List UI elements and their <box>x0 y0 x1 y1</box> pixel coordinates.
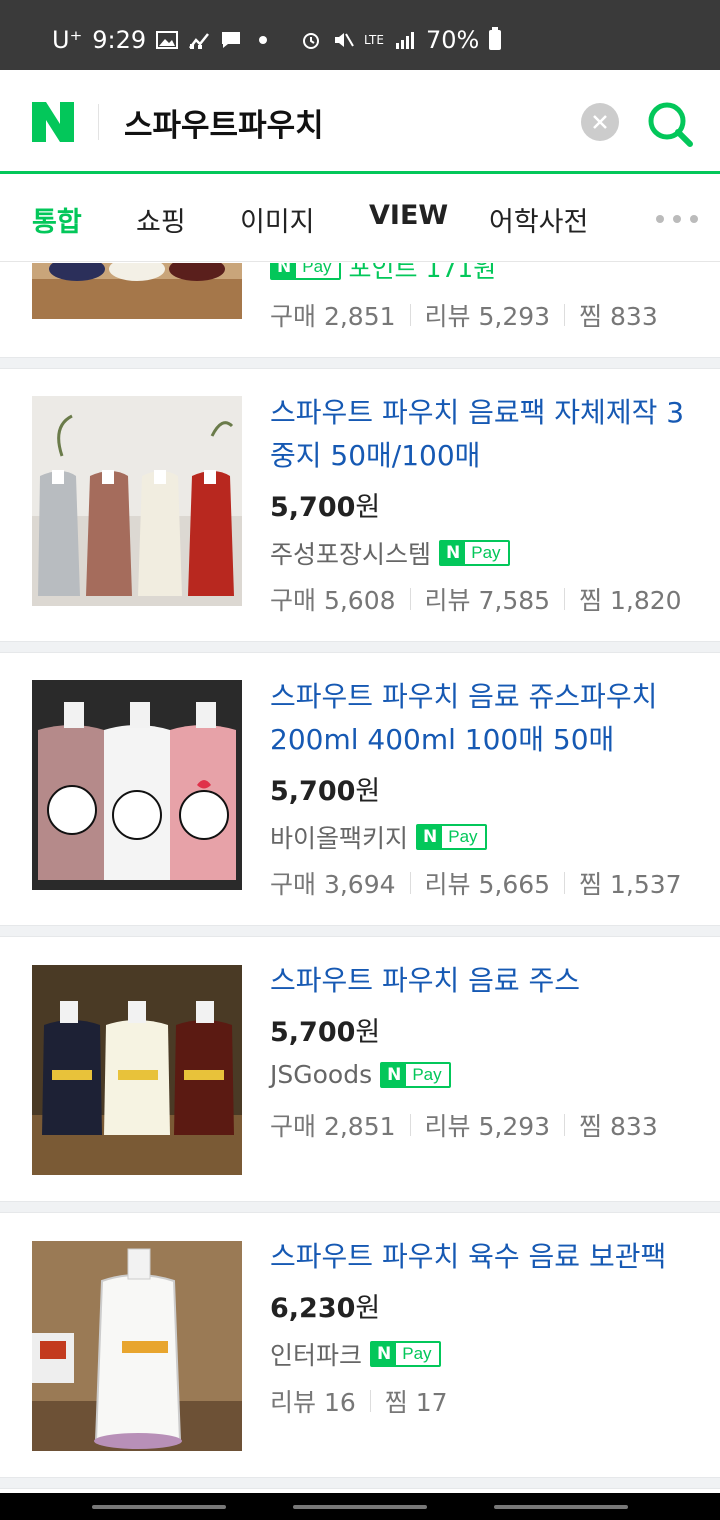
npay-badge: N Pay <box>380 1061 451 1088</box>
tab-integrated[interactable]: 통합 <box>32 200 82 239</box>
tab-shopping[interactable]: 쇼핑 <box>136 200 186 239</box>
alarm-icon <box>303 33 319 49</box>
status-bar: U⁺ 9:29 LTE 70% <box>0 0 720 70</box>
product-seller[interactable]: 인터파크 N Pay <box>270 1336 441 1372</box>
more-tabs-icon[interactable] <box>656 215 698 223</box>
search-header: 스파우트파우치 <box>0 70 720 174</box>
recent-apps-button[interactable] <box>92 1505 226 1509</box>
card-separator <box>0 1201 720 1213</box>
battery-icon <box>489 27 502 50</box>
search-icon[interactable] <box>646 100 694 148</box>
product-card[interactable]: 스파우트 파우치 음료 주스 5,700원 JSGoods N Pay 구매 2,… <box>0 937 720 1201</box>
npay-badge: N Pay <box>439 540 510 566</box>
network-label: LTE <box>364 33 384 47</box>
product-stats: 구매 2,851 리뷰 5,293 찜 833 <box>270 1112 658 1141</box>
product-list: N Pay 포인트 171원 구매 2,851 리뷰 5,293 찜 833 스… <box>0 263 720 1493</box>
point-info: N Pay 포인트 171원 <box>270 263 496 285</box>
mute-icon <box>335 33 354 47</box>
clear-search-button[interactable] <box>581 103 619 141</box>
product-card[interactable]: 스파우트 파우치 음료 쥬스파우치 200ml 400ml 100매 50매 5… <box>0 653 720 925</box>
card-separator <box>0 1477 720 1489</box>
product-title[interactable]: 스파우트 파우치 음료 쥬스파우치 200ml 400ml 100매 50매 <box>270 675 700 761</box>
dot-icon <box>259 36 268 44</box>
npay-badge: N Pay <box>270 263 341 280</box>
product-card[interactable]: N Pay 포인트 171원 구매 2,851 리뷰 5,293 찜 833 <box>0 263 720 357</box>
back-button[interactable] <box>494 1505 628 1509</box>
card-separator <box>0 925 720 937</box>
close-icon <box>593 115 607 129</box>
search-input[interactable]: 스파우트파우치 <box>124 100 324 145</box>
product-stats: 구매 3,694 리뷰 5,665 찜 1,537 <box>270 870 682 899</box>
product-price: 5,700원 <box>270 776 381 807</box>
product-card[interactable]: 스파우트 파우치 육수 음료 보관팩 6,230원 인터파크 N Pay 리뷰 1… <box>0 1213 720 1477</box>
product-price: 5,700원 <box>270 1017 381 1048</box>
npay-badge: N Pay <box>416 824 487 850</box>
home-button[interactable] <box>293 1505 427 1509</box>
npay-badge: N Pay <box>370 1341 441 1367</box>
tab-dictionary[interactable]: 어학사전 <box>489 200 588 239</box>
battery-label: 70% <box>425 26 480 54</box>
product-thumbnail[interactable] <box>32 263 242 319</box>
product-title[interactable]: 스파우트 파우치 음료팩 자체제작 3중지 50매/100매 <box>270 391 700 477</box>
naver-logo-icon[interactable] <box>32 102 74 142</box>
carrier-label: U⁺ <box>52 26 83 54</box>
clock: 9:29 <box>92 26 147 54</box>
card-separator <box>0 641 720 653</box>
product-card[interactable]: 스파우트 파우치 음료팩 자체제작 3중지 50매/100매 5,700원 주성… <box>0 369 720 641</box>
tab-view[interactable]: VIEW <box>369 200 448 231</box>
product-seller[interactable]: 주성포장시스템 N Pay <box>270 535 510 571</box>
search-tabs: 통합 쇼핑 이미지 VIEW 어학사전 <box>0 174 720 262</box>
product-price: 6,230원 <box>270 1293 381 1324</box>
gallery-icon <box>156 31 179 49</box>
product-price: 5,700원 <box>270 492 381 523</box>
signal-icon <box>395 32 414 49</box>
stats-icon <box>189 33 210 49</box>
header-divider <box>98 104 99 140</box>
product-stats: 구매 5,608 리뷰 7,585 찜 1,820 <box>270 586 682 615</box>
product-title[interactable]: 스파우트 파우치 음료 주스 <box>270 959 700 1002</box>
tab-images[interactable]: 이미지 <box>240 200 315 239</box>
product-thumbnail[interactable] <box>32 680 242 890</box>
product-seller[interactable]: 바이올팩키지 N Pay <box>270 819 487 855</box>
card-separator <box>0 357 720 369</box>
product-thumbnail[interactable] <box>32 1241 242 1451</box>
product-stats: 구매 2,851 리뷰 5,293 찜 833 <box>270 302 658 331</box>
product-seller[interactable]: JSGoods N Pay <box>270 1060 451 1089</box>
product-thumbnail[interactable] <box>32 396 242 606</box>
product-stats: 리뷰 16 찜 17 <box>270 1388 448 1417</box>
product-title[interactable]: 스파우트 파우치 육수 음료 보관팩 <box>270 1235 700 1278</box>
message-icon <box>222 32 241 48</box>
system-nav-bar <box>0 1493 720 1520</box>
product-thumbnail[interactable] <box>32 965 242 1175</box>
